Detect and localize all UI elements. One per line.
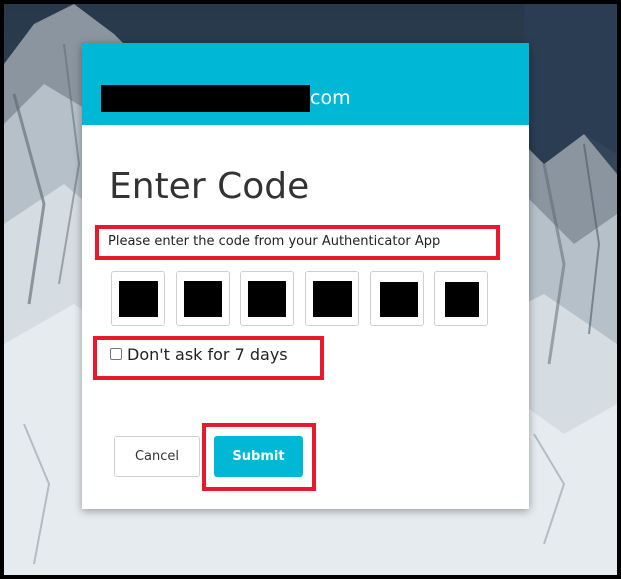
two-factor-dialog: com Enter Code Please enter the code fro…	[82, 43, 529, 509]
code-digit-redaction	[248, 281, 286, 317]
domain-redaction	[101, 85, 310, 112]
code-digit-redaction	[313, 281, 352, 317]
code-digit-input-2[interactable]	[176, 271, 230, 326]
page-title: Enter Code	[109, 166, 310, 207]
dialog-header: com	[82, 43, 529, 125]
code-digit-input-5[interactable]	[370, 271, 424, 326]
submit-button[interactable]: Submit	[214, 436, 303, 477]
remember-label: Don't ask for 7 days	[127, 344, 288, 364]
code-digit-input-1[interactable]	[111, 271, 165, 326]
code-digit-redaction	[119, 281, 158, 317]
domain-suffix: com	[310, 87, 351, 109]
code-digit-input-6[interactable]	[434, 271, 488, 326]
code-digit-redaction	[184, 281, 222, 317]
remember-device-option[interactable]: Don't ask for 7 days	[110, 343, 288, 365]
code-digit-redaction	[445, 282, 479, 317]
cancel-button[interactable]: Cancel	[114, 436, 200, 477]
code-digit-input-4[interactable]	[305, 271, 359, 326]
remember-checkbox[interactable]	[110, 348, 122, 360]
code-digit-redaction	[380, 282, 418, 317]
instruction-text: Please enter the code from your Authenti…	[108, 234, 441, 249]
code-digit-input-3[interactable]	[240, 271, 294, 326]
